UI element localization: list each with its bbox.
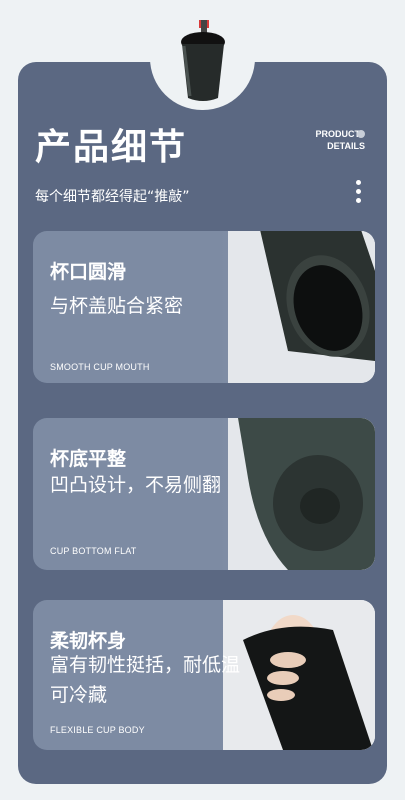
cup-bottom-photo [228,418,375,570]
feature-english: FLEXIBLE CUP BODY [50,725,145,735]
feature-english: SMOOTH CUP MOUTH [50,362,150,372]
feature-card-bottom: 杯底平整 凹凸设计，不易侧翻 CUP BOTTOM FLAT [33,418,375,570]
feature-desc: 与杯盖贴合紧密 [50,295,184,317]
cup-icon [181,20,225,101]
feature-english: CUP BOTTOM FLAT [50,546,137,556]
page-title: 产品细节 [35,127,188,168]
feature-desc: 凹凸设计，不易侧翻 [50,474,222,496]
feature-title: 杯口圆滑 [50,261,127,283]
product-details-badge: PRODUCT DETAILS [315,129,365,151]
feature-card-body: 柔韧杯身 富有韧性挺括，耐低温可冷藏 FLEXIBLE CUP BODY [33,600,375,750]
feature-title: 杯底平整 [50,448,127,470]
cup-mouth-photo [228,231,375,383]
page-subtitle: 每个细节都经得起“推敲” [35,189,190,205]
feature-title: 柔韧杯身 [50,630,127,652]
more-vertical-icon[interactable] [353,180,363,210]
feature-desc: 富有韧性挺括，耐低温可冷藏 [50,654,241,706]
cup-body-photo [223,600,375,750]
feature-card-mouth: 杯口圆滑 与杯盖贴合紧密 SMOOTH CUP MOUTH [33,231,375,383]
